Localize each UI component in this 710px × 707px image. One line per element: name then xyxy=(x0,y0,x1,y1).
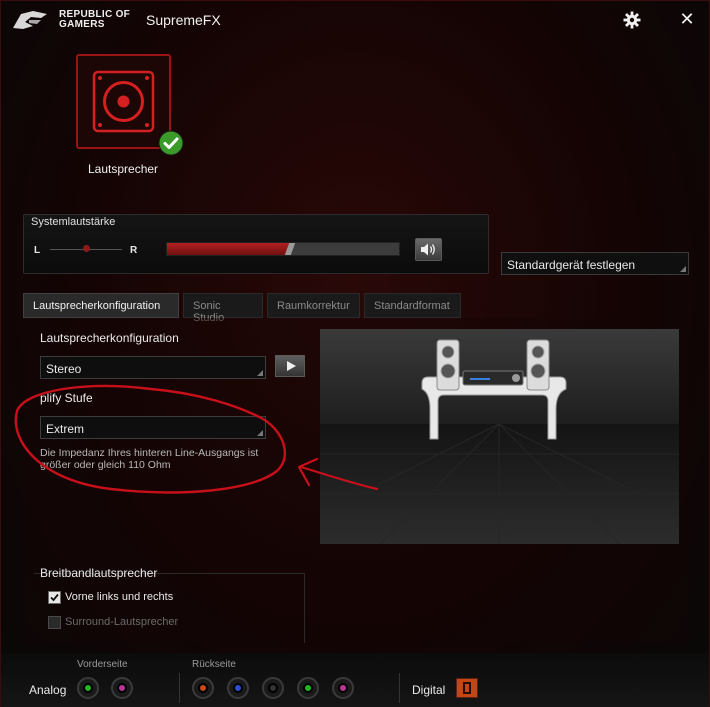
divider xyxy=(179,673,180,703)
rear-jack-4[interactable] xyxy=(297,677,319,699)
speaker-preview-scene xyxy=(320,329,679,544)
rear-jack-3[interactable] xyxy=(262,677,284,699)
tab-lautsprecherkonfiguration[interactable]: Lautsprecherkonfiguration xyxy=(23,293,179,318)
set-default-device-label: Standardgerät festlegen xyxy=(507,258,636,272)
speaker-config-value: Stereo xyxy=(46,362,82,376)
speaker-device-tile[interactable] xyxy=(76,54,171,149)
digital-label: Digital xyxy=(412,683,446,697)
surround-label: Surround-Lautsprecher xyxy=(65,616,179,628)
rear-jack-5[interactable] xyxy=(332,677,354,699)
balance-right-label: R xyxy=(130,245,138,256)
front-lr-checkbox[interactable] xyxy=(48,591,61,604)
checkmark-icon xyxy=(50,593,59,602)
volume-title: Systemlautstärke xyxy=(31,216,116,228)
volume-slider[interactable] xyxy=(166,242,400,256)
balance-slider-thumb[interactable] xyxy=(83,245,90,252)
play-test-button[interactable] xyxy=(275,355,305,377)
title-bar: REPUBLIC OF GAMERS SupremeFX ✕ xyxy=(1,1,709,39)
surround-checkbox[interactable] xyxy=(48,616,61,629)
tab-standardformat[interactable]: Standardformat xyxy=(364,293,461,318)
balance-left-label: L xyxy=(34,245,41,256)
gear-icon[interactable] xyxy=(623,11,641,29)
jack-color-icon xyxy=(117,683,127,693)
corner-marker xyxy=(257,370,263,376)
digital-spdif-icon[interactable] xyxy=(456,678,478,698)
check-icon xyxy=(158,130,184,156)
device-label: Lautsprecher xyxy=(88,162,159,176)
set-default-device-button[interactable]: Standardgerät festlegen xyxy=(501,252,689,275)
app-title: SupremeFX xyxy=(146,12,221,28)
rear-jack-2[interactable] xyxy=(227,677,249,699)
jack-color-icon xyxy=(303,683,313,693)
speaker-icon xyxy=(92,70,155,133)
speaker-volume-icon xyxy=(421,243,435,256)
rear-jack-1[interactable] xyxy=(192,677,214,699)
speaker-config-select[interactable]: Stereo xyxy=(40,356,266,379)
rog-brand-text: REPUBLIC OF GAMERS xyxy=(59,9,131,30)
corner-marker xyxy=(680,266,686,272)
jack-color-icon xyxy=(268,683,278,693)
jack-color-icon xyxy=(233,683,243,693)
front-lr-label: Vorne links und rechts xyxy=(65,591,174,603)
rog-logo-icon xyxy=(13,11,47,29)
jack-color-icon xyxy=(83,683,93,693)
speaker-config-label: Lautsprecherkonfiguration xyxy=(40,331,179,345)
corner-marker xyxy=(257,430,263,436)
amp-level-value: Extrem xyxy=(46,422,85,436)
rear-jacks-label: Rückseite xyxy=(192,659,236,670)
amp-level-label: plify Stufe xyxy=(40,391,93,405)
front-jack-2[interactable] xyxy=(111,677,133,699)
front-jacks-label: Vorderseite xyxy=(77,659,128,670)
analog-label: Analog xyxy=(29,683,67,697)
mute-button[interactable] xyxy=(415,238,442,261)
jack-color-icon xyxy=(338,683,348,693)
amp-level-select[interactable]: Extrem xyxy=(40,416,266,439)
volume-level-fill xyxy=(167,243,289,255)
tab-raumkorrektur[interactable]: Raumkorrektur xyxy=(267,293,360,318)
broadband-title: Breitbandlautsprecher xyxy=(40,566,158,580)
jack-color-icon xyxy=(198,683,208,693)
divider xyxy=(399,673,400,703)
impedance-info-text: Die Impedanz Ihres hinteren Line-Ausgang… xyxy=(40,447,259,471)
supremefx-window: REPUBLIC OF GAMERS SupremeFX ✕ Lautsprec… xyxy=(0,0,710,707)
broadband-group xyxy=(34,573,305,643)
front-jack-1[interactable] xyxy=(77,677,99,699)
close-icon[interactable]: ✕ xyxy=(679,10,695,28)
tab-sonic-studio[interactable]: Sonic Studio xyxy=(183,293,263,324)
